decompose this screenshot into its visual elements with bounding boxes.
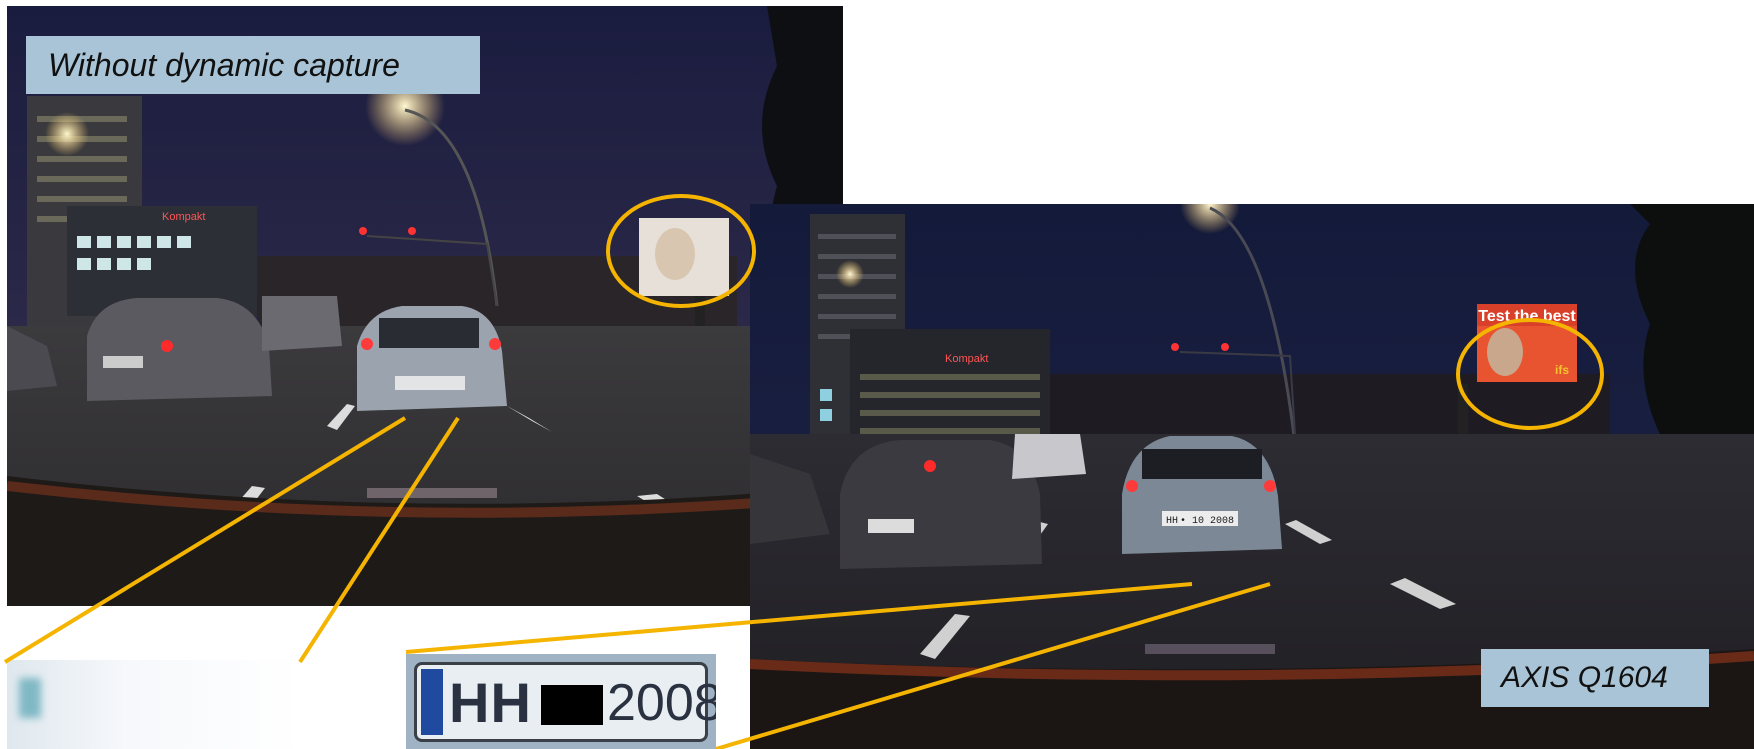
left-caption: Without dynamic capture	[26, 36, 480, 94]
svg-text:Kompakt: Kompakt	[945, 353, 988, 365]
left-dashcam-photo: Kompakt	[7, 6, 843, 606]
svg-text:Kompakt: Kompakt	[162, 211, 205, 223]
blurred-plate-mark	[19, 678, 41, 718]
plate-small-text: HH • 10 2008	[1166, 516, 1234, 527]
plate-suffix: 2008	[607, 674, 716, 732]
blurred-plate-crop	[7, 660, 301, 749]
billboard-text: Test the best	[1478, 308, 1576, 325]
billboard-subtext: ifs	[1555, 363, 1569, 377]
left-caption-text: Without dynamic capture	[48, 46, 400, 83]
right-caption: AXIS Q1604	[1481, 649, 1709, 707]
plate-body: HH 2008	[414, 662, 716, 742]
sharp-plate-crop: HH 2008	[406, 654, 716, 749]
plate-prefix: HH	[449, 671, 532, 734]
redacted-box	[541, 685, 603, 725]
eu-band	[421, 669, 443, 735]
right-caption-text: AXIS Q1604	[1501, 661, 1668, 694]
